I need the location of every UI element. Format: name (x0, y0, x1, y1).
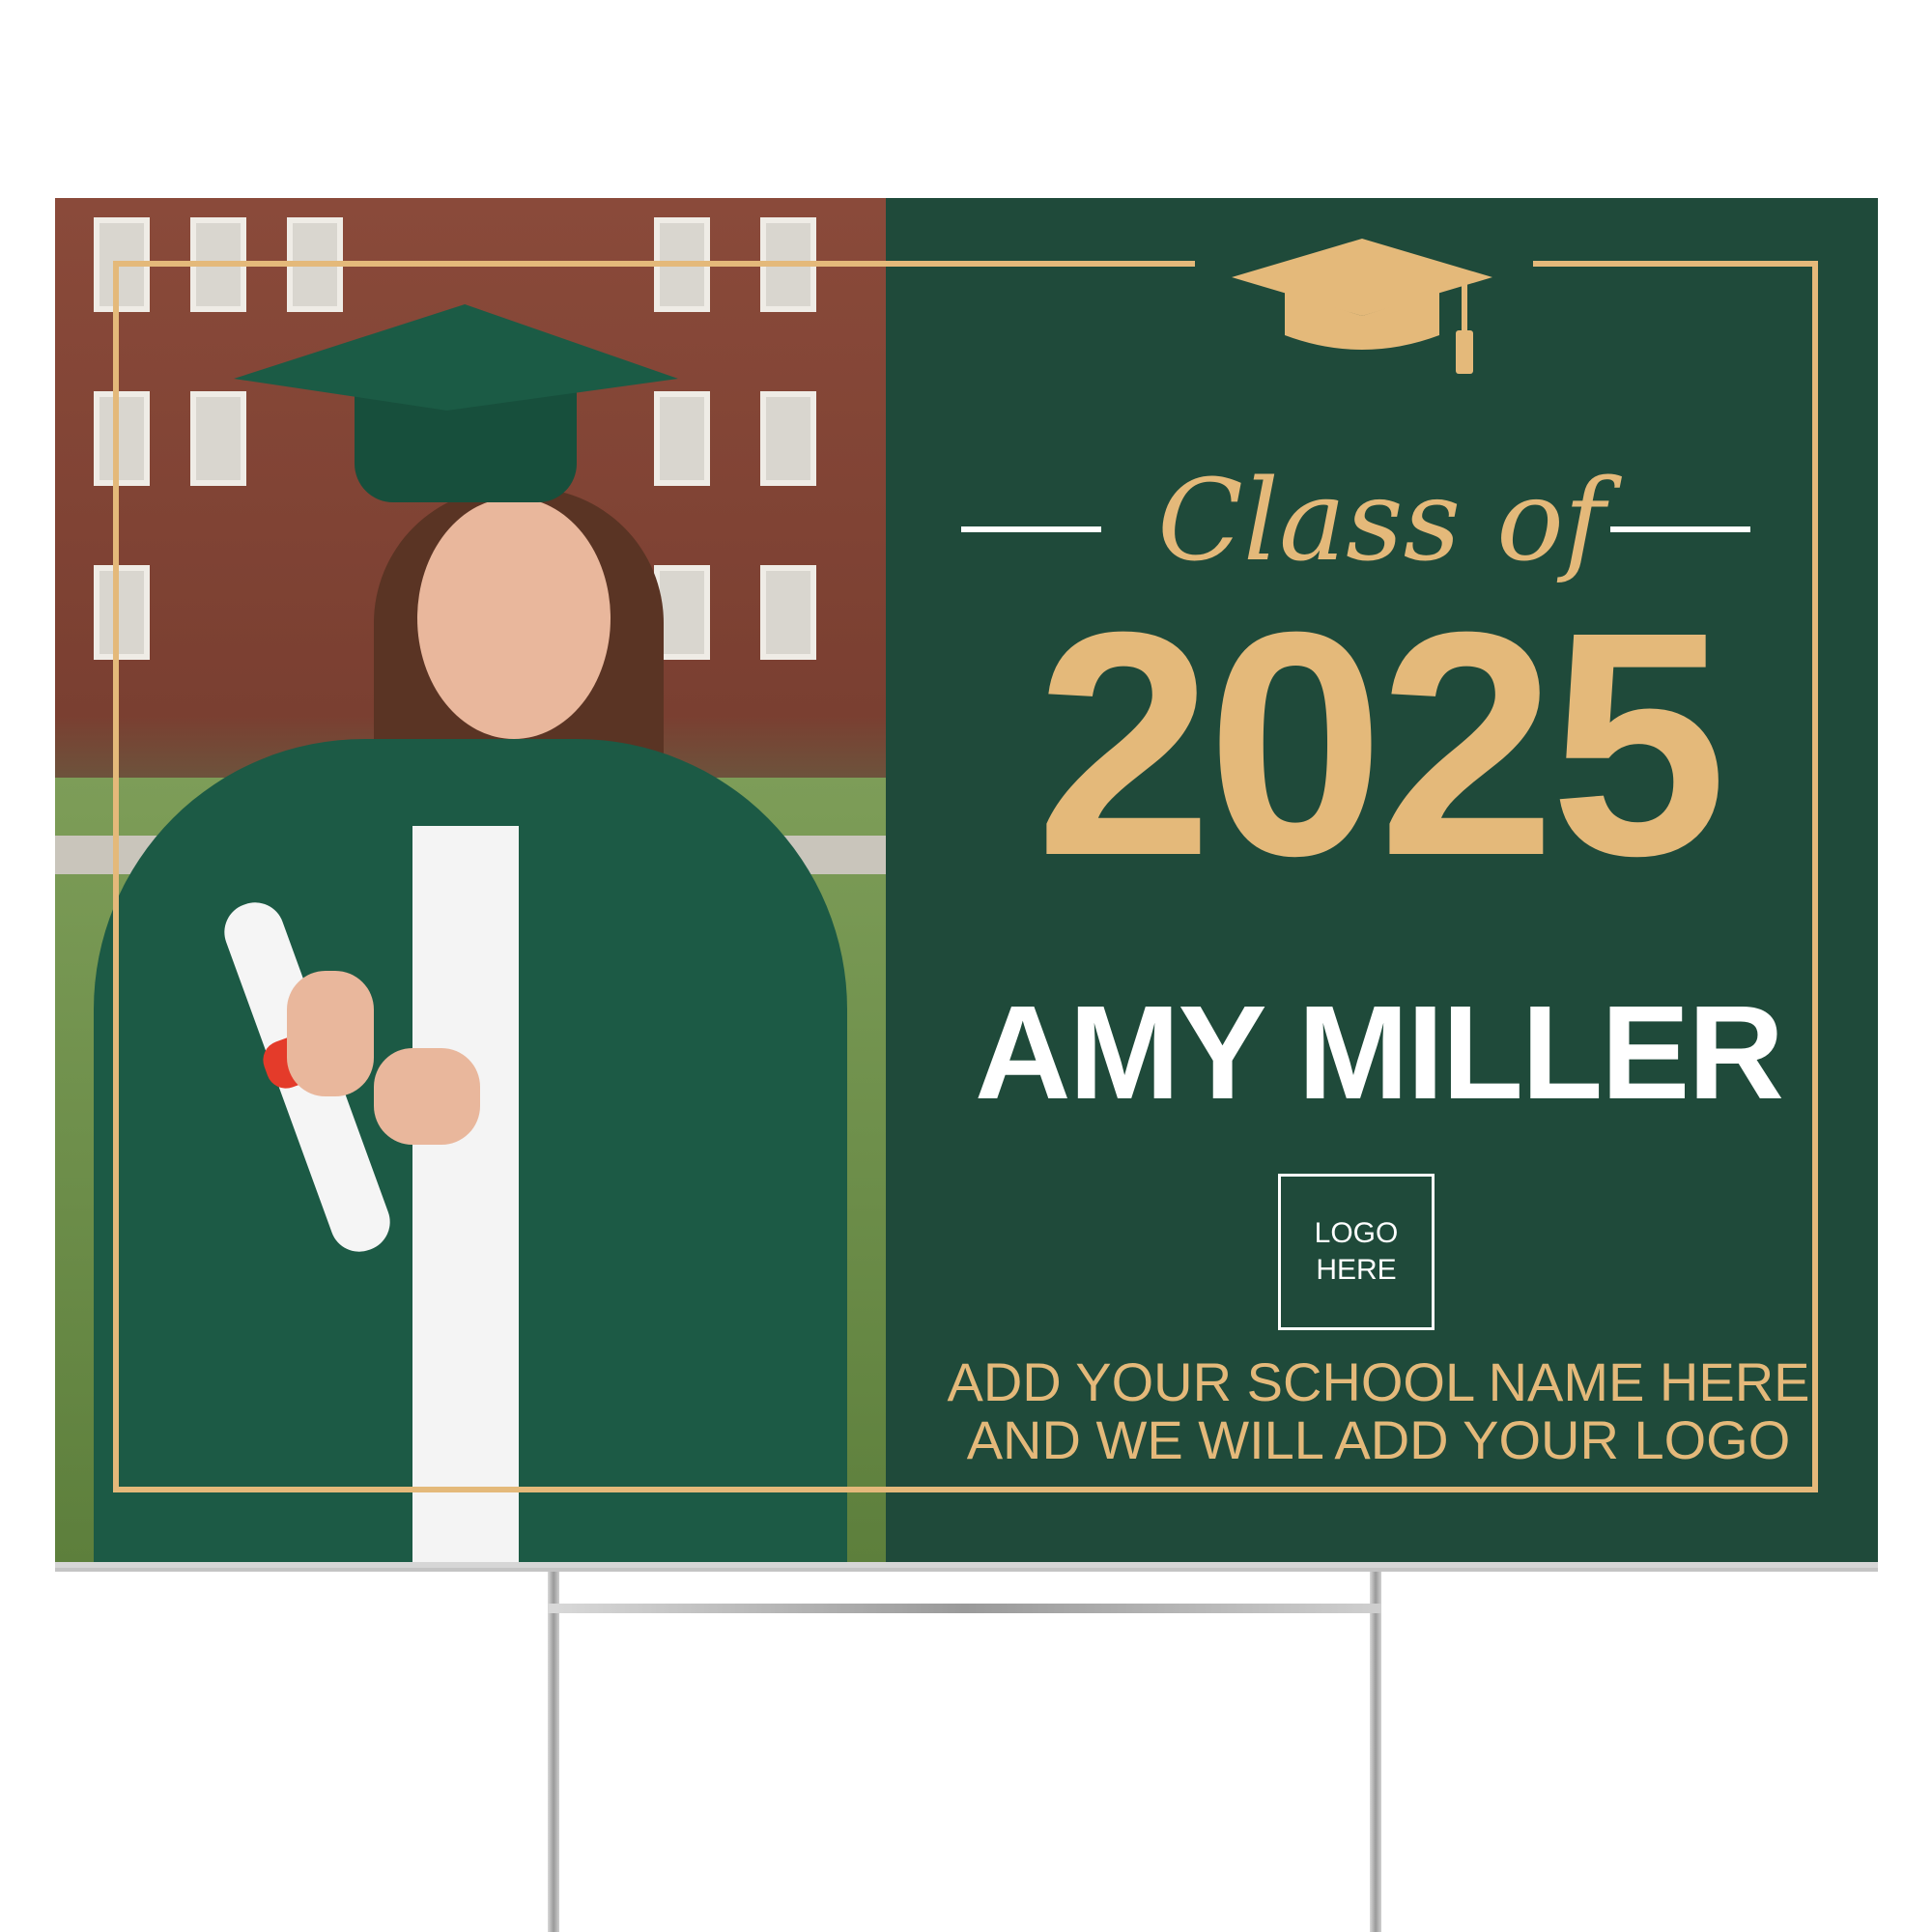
sign-stake-crossbar (548, 1604, 1381, 1613)
graduation-cap-icon (1232, 239, 1492, 374)
logo-placeholder: LOGO HERE (1278, 1174, 1435, 1330)
logo-placeholder-line: HERE (1316, 1254, 1397, 1286)
school-logo-line: AND WE WILL ADD YOUR LOGO (966, 1409, 1791, 1470)
school-name-line: ADD YOUR SCHOOL NAME HERE (947, 1351, 1810, 1412)
graduate-name: AMY MILLER (974, 979, 1784, 1127)
yard-sign: Class of 2025 AMY MILLER LOGO HERE ADD Y… (55, 198, 1878, 1562)
divider-left (961, 526, 1101, 532)
logo-placeholder-line: LOGO (1314, 1217, 1399, 1249)
graduation-year: 2025 (1035, 565, 1727, 922)
